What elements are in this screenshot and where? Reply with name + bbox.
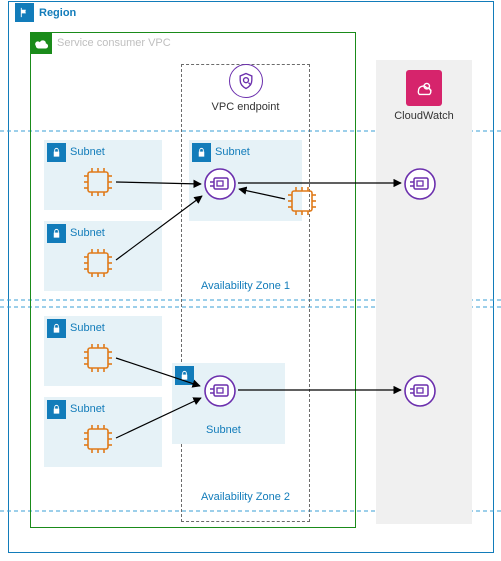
subnet-box-6: Subnet bbox=[172, 363, 285, 444]
subnet-label: Subnet bbox=[206, 424, 241, 436]
cloudwatch-icon bbox=[406, 70, 442, 106]
subnet-box-5: Subnet bbox=[44, 397, 162, 467]
subnet-box-2: Subnet bbox=[44, 221, 162, 291]
cloudwatch-label: CloudWatch bbox=[376, 110, 472, 122]
lock-icon bbox=[47, 319, 66, 338]
region-flag-icon bbox=[15, 3, 34, 22]
subnet-label: Subnet bbox=[70, 403, 105, 415]
cloudwatch-column: CloudWatch bbox=[376, 60, 472, 524]
cloud-icon bbox=[31, 33, 52, 54]
lock-icon bbox=[175, 366, 194, 385]
subnet-label: Subnet bbox=[70, 146, 105, 158]
subnet-label: Subnet bbox=[70, 322, 105, 334]
lock-icon bbox=[47, 400, 66, 419]
availability-zone-2-label: Availability Zone 2 bbox=[181, 491, 310, 503]
diagram-stage: Region Service consumer VPC VPC endpoint bbox=[0, 0, 501, 561]
subnet-label: Subnet bbox=[215, 146, 250, 158]
lock-icon bbox=[47, 143, 66, 162]
subnet-label: Subnet bbox=[70, 227, 105, 239]
subnet-box-4: Subnet bbox=[44, 316, 162, 386]
lock-icon bbox=[47, 224, 66, 243]
subnet-box-3: Subnet bbox=[189, 140, 302, 221]
availability-zone-1-label: Availability Zone 1 bbox=[181, 280, 310, 292]
vpc-endpoint-label: VPC endpoint bbox=[182, 101, 309, 113]
vpc-endpoint-icon bbox=[229, 64, 263, 98]
vpc-endpoint-box: VPC endpoint bbox=[181, 64, 310, 522]
lock-icon bbox=[192, 143, 211, 162]
vpc-label: Service consumer VPC bbox=[57, 37, 171, 49]
subnet-box-1: Subnet bbox=[44, 140, 162, 210]
region-label: Region bbox=[39, 7, 76, 19]
